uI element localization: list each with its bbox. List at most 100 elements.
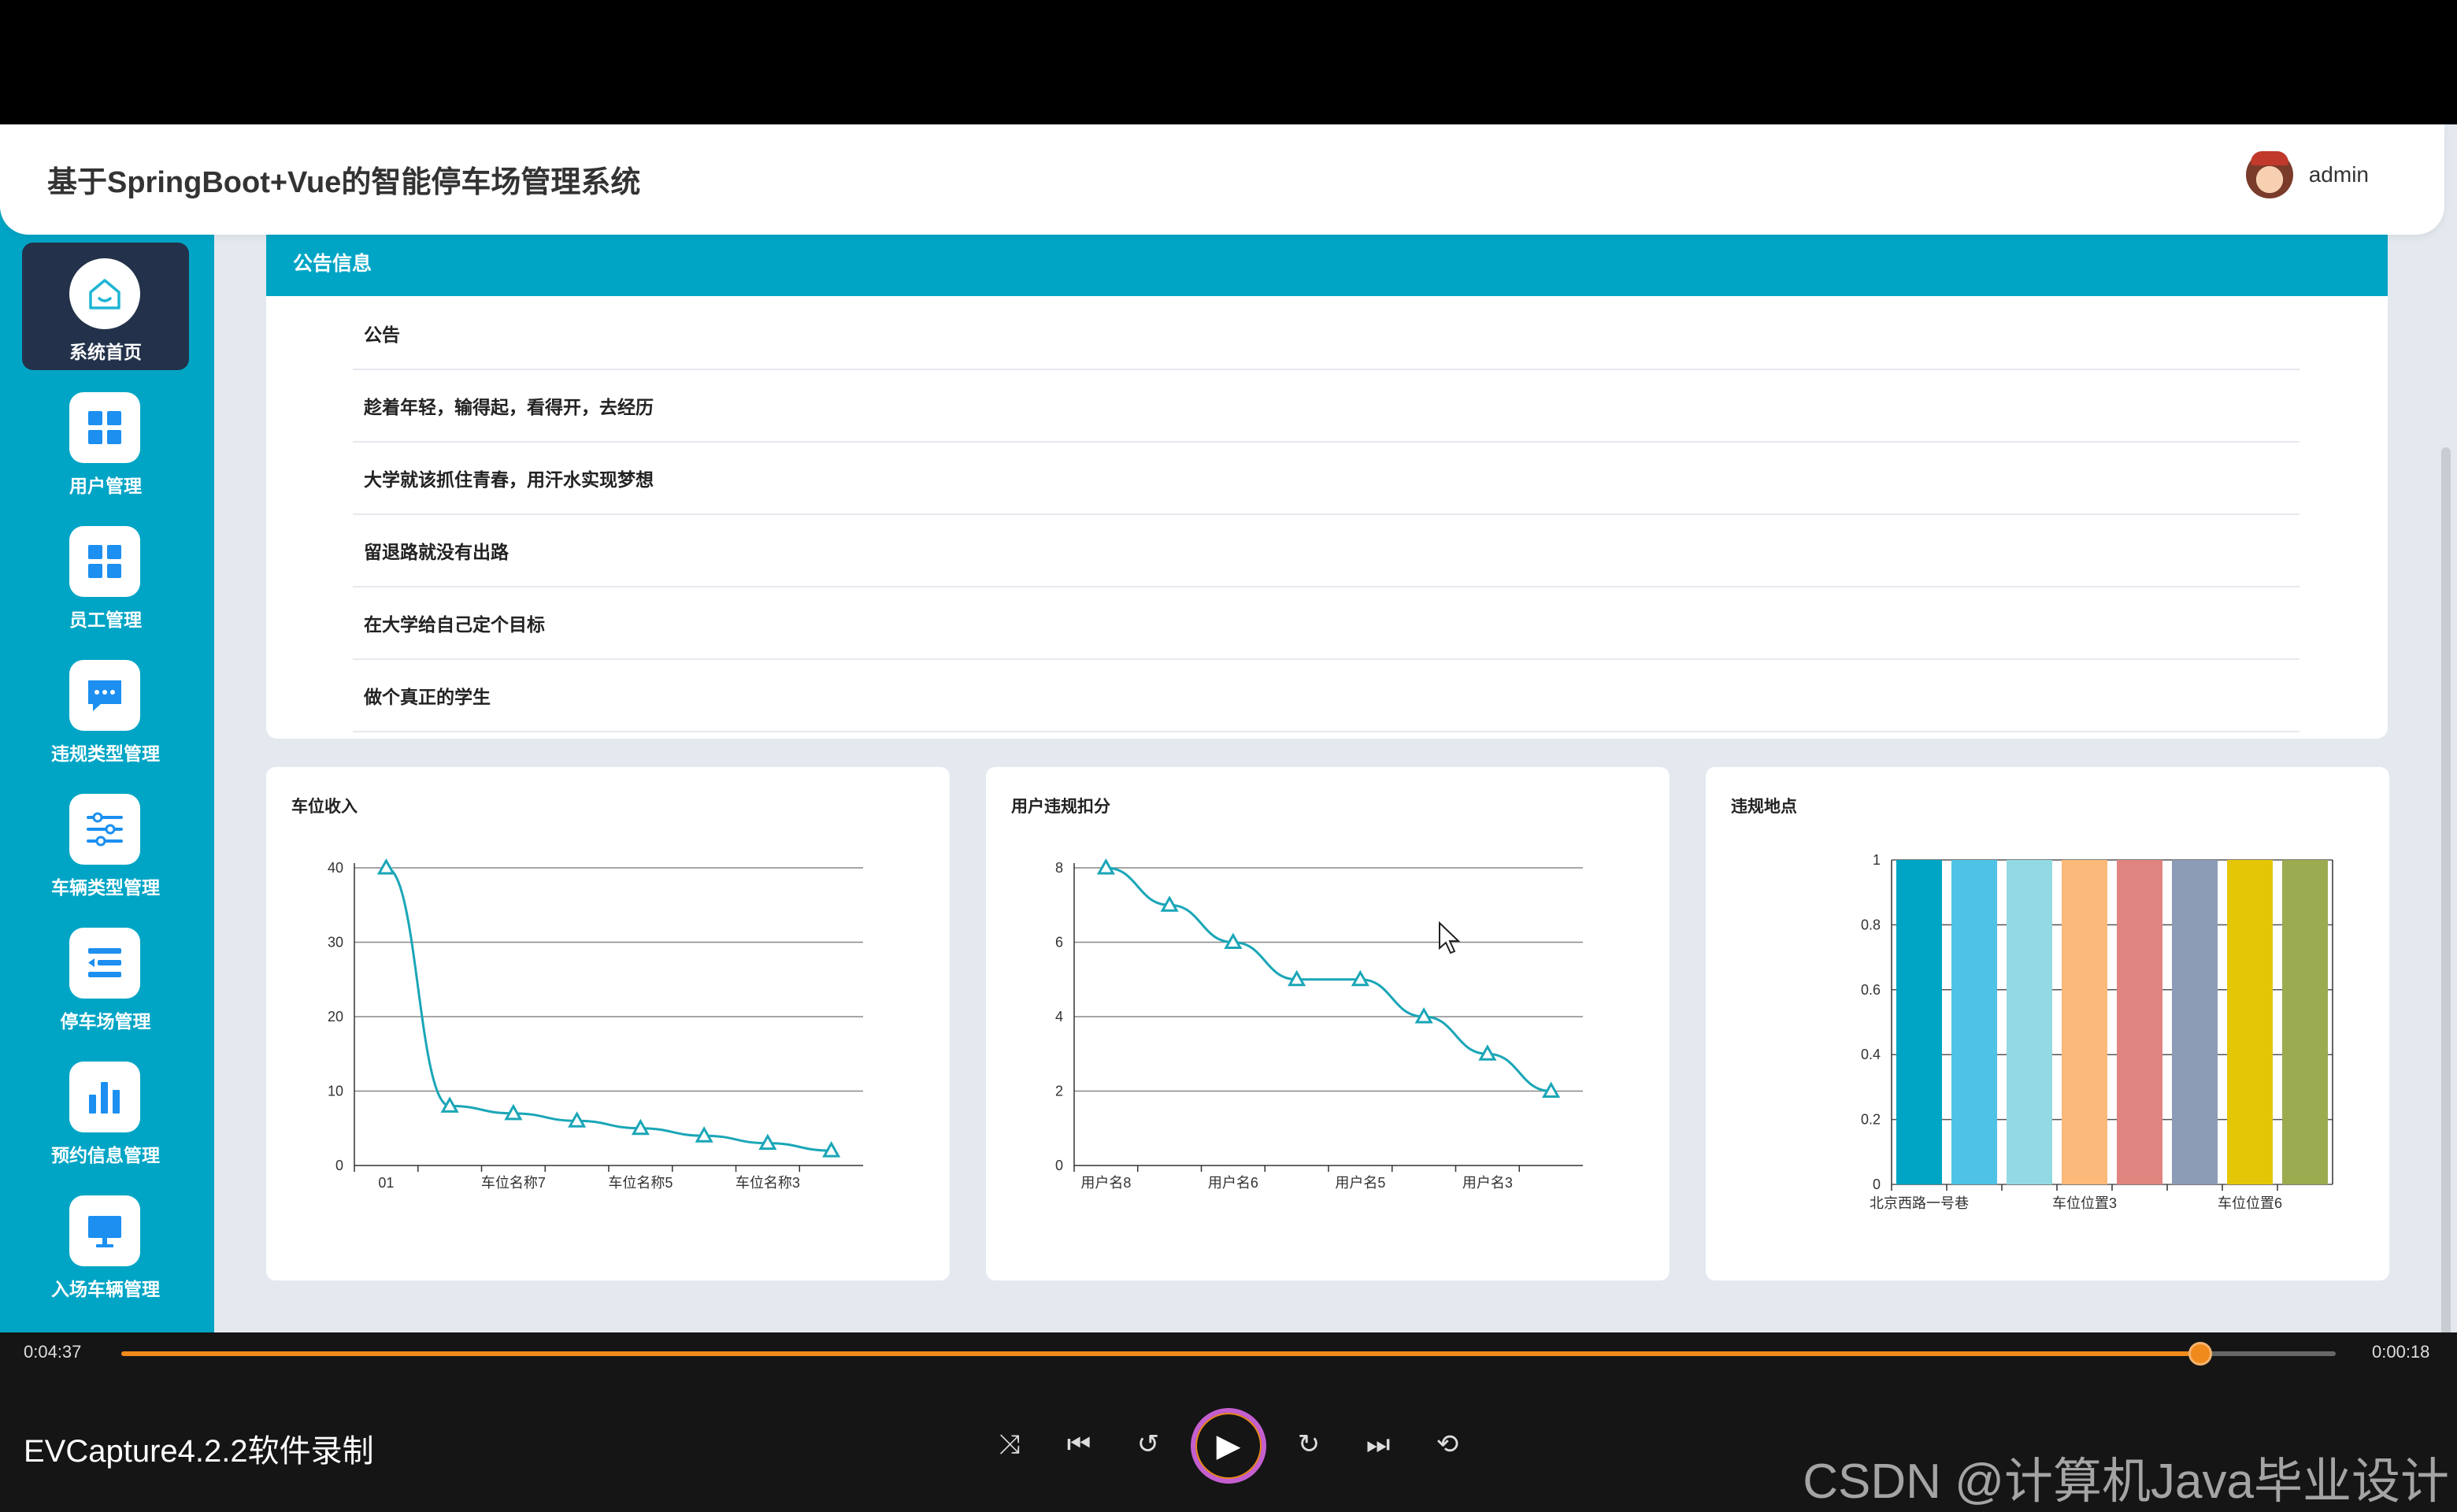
- x-tick-label: 用户名3: [1462, 1175, 1513, 1191]
- sidebar-item-label: 车辆类型管理: [51, 877, 160, 898]
- y-tick-label: 0: [1873, 1177, 1881, 1192]
- y-tick-label: 0.4: [1861, 1047, 1881, 1062]
- chart-card-user-violation-points: 用户违规扣分 0 2 4 6 8 用户名8 用户名6 用户名5 用户名3: [986, 767, 1670, 1280]
- sidebar-item-label: 违规类型管理: [51, 743, 160, 764]
- notice-item[interactable]: 做个真正的学生: [353, 660, 2300, 732]
- bar: [1896, 860, 1942, 1184]
- chart-violation-locations: 0 0.2 0.4 0.6 0.8 1 北京西路一号巷 车位位置3 车位位置6: [1861, 852, 2333, 1211]
- y-tick-label: 4: [1055, 1009, 1063, 1025]
- bar: [1951, 860, 1997, 1184]
- y-tick-label: 0: [335, 1158, 343, 1173]
- x-tick-label: 车位名称7: [481, 1175, 546, 1191]
- notice-item[interactable]: 公告: [353, 298, 2300, 370]
- grid-icon: [69, 392, 140, 463]
- sidebar-item-label: 停车场管理: [60, 1011, 151, 1032]
- home-icon: [69, 258, 140, 329]
- data-point: [376, 858, 395, 875]
- y-tick-label: 0.2: [1861, 1112, 1881, 1128]
- recorder-label: EVCapture4.2.2软件录制: [24, 1434, 374, 1469]
- grid-icon: [69, 526, 140, 597]
- notice-item[interactable]: 留退路就没有出路: [353, 515, 2300, 587]
- sidebar-item-violation-types[interactable]: 违规类型管理: [22, 644, 189, 772]
- sidebar-item-vehicle-types[interactable]: 车辆类型管理: [22, 778, 189, 906]
- notice-header: 公告信息: [266, 235, 2388, 296]
- y-tick-label: 8: [1055, 860, 1063, 876]
- sidebar-item-staff[interactable]: 员工管理: [22, 510, 189, 638]
- sidebar-item-home[interactable]: 系统首页: [22, 243, 189, 370]
- seek-handle[interactable]: [2188, 1342, 2213, 1366]
- bar: [2282, 860, 2328, 1184]
- notice-item-text[interactable]: 做个真正的学生: [364, 682, 491, 709]
- x-tick-label: 北京西路一号巷: [1870, 1195, 1969, 1211]
- username[interactable]: admin: [2309, 162, 2369, 187]
- rewind-10-icon[interactable]: ↺: [1125, 1421, 1172, 1468]
- user-menu[interactable]: admin: [2245, 151, 2369, 198]
- sidebar-item-label: 入场车辆管理: [51, 1279, 160, 1299]
- notice-item[interactable]: 大学就该抓住青春，用汗水实现梦想: [353, 443, 2300, 515]
- y-tick-label: 0: [1055, 1158, 1063, 1173]
- x-tick-label: 车位位置6: [2218, 1195, 2282, 1211]
- sidebar: 系统首页 用户管理 员工管理 违规类型管理 车辆类型管理 停车场管理 预约信息管…: [0, 202, 214, 1332]
- repeat-icon[interactable]: ⟲: [1424, 1421, 1471, 1468]
- avatar[interactable]: [2245, 151, 2293, 198]
- next-icon[interactable]: ⏭: [1354, 1421, 1402, 1468]
- bar: [2062, 860, 2107, 1184]
- bar: [2172, 860, 2218, 1184]
- y-tick-label: 0.6: [1861, 982, 1881, 998]
- chart-card-violation-locations: 违规地点 0 0.2 0.4 0.6 0.8 1 北京西路一号巷 车位位置3 车位位置6: [1706, 767, 2389, 1280]
- y-tick-label: 20: [328, 1009, 343, 1025]
- x-tick-label: 车位名称5: [608, 1175, 673, 1191]
- x-tick-label: 用户名8: [1080, 1175, 1131, 1191]
- sidebar-item-label: 用户管理: [69, 476, 142, 496]
- y-tick-label: 6: [1055, 935, 1063, 951]
- x-tick-label: 用户名5: [1335, 1175, 1385, 1191]
- page-title: 基于SpringBoot+Vue的智能停车场管理系统: [47, 166, 641, 199]
- notice-item-text[interactable]: 在大学给自己定个目标: [364, 610, 545, 636]
- notice-item-text[interactable]: 留退路就没有出路: [364, 537, 509, 564]
- notice-title: 公告信息: [293, 253, 372, 275]
- chat-icon: [69, 660, 140, 731]
- notice-panel: 公告信息 公告 趁着年轻，输得起，看得开，去经历 大学就该抓住青春，用汗水实现梦…: [266, 235, 2388, 739]
- y-tick-label: 2: [1055, 1084, 1063, 1099]
- sidebar-item-label: 预约信息管理: [51, 1145, 160, 1166]
- bar: [2227, 860, 2273, 1184]
- y-tick-label: 1: [1873, 852, 1881, 868]
- x-tick-label: 车位名称3: [736, 1175, 800, 1191]
- chart-parking-income: 0 10 20 30 40 01 车位名称7 车位名称5 车位名称3: [328, 858, 863, 1191]
- remaining-time: 0:00:18: [2372, 1342, 2430, 1362]
- y-tick-label: 10: [328, 1084, 343, 1099]
- chart-card-parking-income: 车位收入 0 10 20 30 40 01 车位名称7 车位名称5 车位名称3: [266, 767, 950, 1280]
- y-tick-label: 30: [328, 935, 343, 951]
- page-scrollbar[interactable]: [2441, 447, 2451, 1332]
- sidebar-item-parking-lots[interactable]: 停车场管理: [22, 912, 189, 1040]
- sidebar-item-label: 系统首页: [69, 342, 142, 362]
- chart-user-violation-points: 0 2 4 6 8 用户名8 用户名6 用户名5 用户名3: [1055, 858, 1583, 1191]
- play-icon: ▶: [1216, 1429, 1241, 1463]
- forward-30-icon[interactable]: ↻: [1285, 1421, 1332, 1468]
- notice-item-text[interactable]: 公告: [364, 320, 400, 346]
- y-tick-label: 0.8: [1861, 917, 1881, 932]
- notice-item[interactable]: 趁着年轻，输得起，看得开，去经历: [353, 370, 2300, 443]
- bar: [2007, 860, 2052, 1184]
- elapsed-time: 0:04:37: [24, 1342, 82, 1362]
- list-icon: [69, 928, 140, 999]
- bar: [2117, 860, 2162, 1184]
- sidebar-item-reservations[interactable]: 预约信息管理: [22, 1046, 189, 1173]
- sidebar-item-label: 员工管理: [69, 610, 142, 630]
- mouse-cursor-icon: [1439, 921, 1461, 954]
- notice-item-text[interactable]: 趁着年轻，输得起，看得开，去经历: [364, 392, 654, 419]
- sidebar-item-vehicle-entry[interactable]: 入场车辆管理: [22, 1180, 189, 1307]
- seek-bar-fill: [121, 1351, 2201, 1356]
- notice-item[interactable]: 在大学给自己定个目标: [353, 587, 2300, 660]
- play-button[interactable]: ▶: [1191, 1408, 1266, 1484]
- app-window: 基于SpringBoot+Vue的智能停车场管理系统 admin 系统首页 用户…: [0, 124, 2457, 1332]
- sliders-icon: [69, 794, 140, 865]
- bar-chart-icon: [69, 1062, 140, 1132]
- notice-item-text[interactable]: 大学就该抓住青春，用汗水实现梦想: [364, 465, 654, 491]
- app-header: 基于SpringBoot+Vue的智能停车场管理系统 admin: [0, 124, 2444, 235]
- previous-icon[interactable]: ⏮: [1055, 1421, 1102, 1468]
- seek-bar[interactable]: [121, 1342, 2336, 1366]
- shuffle-icon[interactable]: ⤨: [986, 1421, 1033, 1468]
- sidebar-item-users[interactable]: 用户管理: [22, 376, 189, 504]
- y-tick-label: 40: [328, 860, 343, 876]
